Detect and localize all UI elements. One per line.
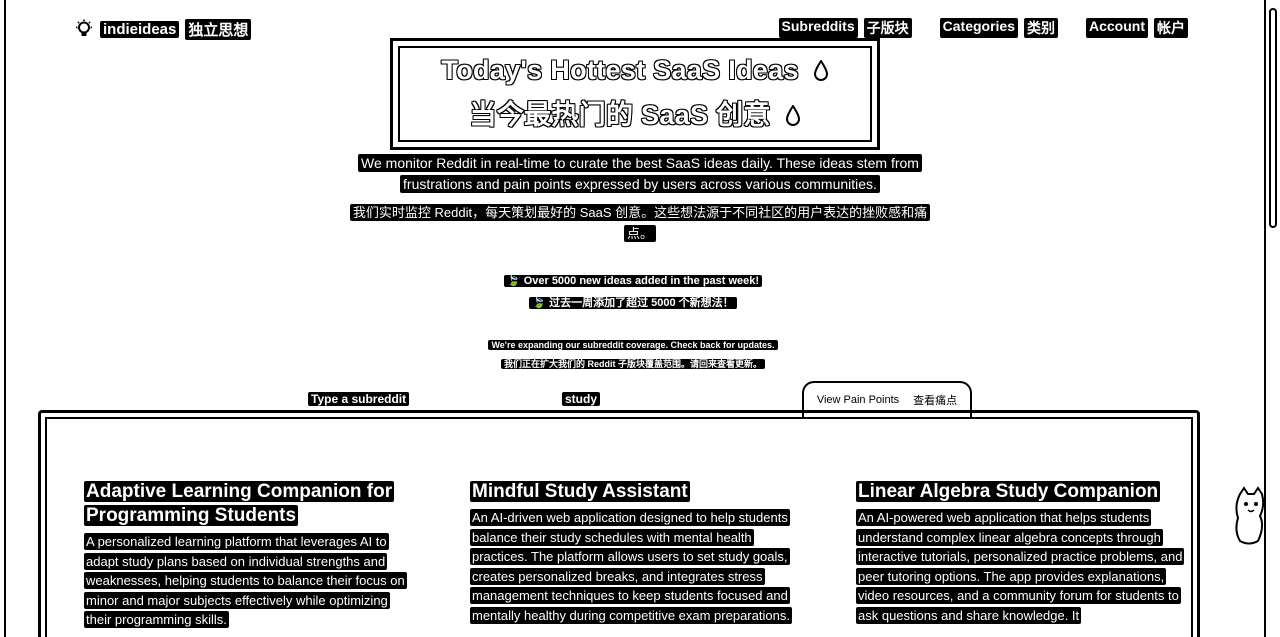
idea-card-description-wrap: An AI-driven web application designed to… <box>470 508 800 625</box>
notice-zh: 我们正在扩大我们的 Reddit 子版块覆盖范围。请回来查看更新。 <box>500 359 765 369</box>
logo[interactable]: indieideas 独立思想 <box>74 18 252 40</box>
hero-description-zh: 我们实时监控 Reddit，每天策划最好的 SaaS 创意。这些想法源于不同社区… <box>349 204 931 242</box>
hero-title-en: Today's Hottest SaaS Ideas <box>441 55 799 85</box>
nav-account-label: Account <box>1086 18 1148 38</box>
logo-subtitle: 独立思想 <box>185 18 252 40</box>
hero-title-box: Today's Hottest SaaS Ideas 当今最热门的 SaaS 创… <box>390 38 880 150</box>
logo-text: indieideas <box>100 20 180 38</box>
idea-card-description-wrap: A personalized learning platform that le… <box>84 532 414 630</box>
nav-subreddits[interactable]: Subreddits 子版块 <box>778 18 912 38</box>
idea-card-title: Mindful Study Assistant <box>470 481 690 502</box>
hero-description-zh-wrap: 我们实时监控 Reddit，每天策划最好的 SaaS 创意。这些想法源于不同社区… <box>340 202 940 244</box>
stat-zh-row: 🍃 过去一周添加了超过 5000 个新想法！ <box>0 294 1266 310</box>
stat-zh: 过去一周添加了超过 5000 个新想法！ <box>549 297 734 309</box>
hero-title-zh: 当今最热门的 SaaS 创意 <box>469 100 771 130</box>
stat-en-pill: 🍃 Over 5000 new ideas added in the past … <box>503 275 763 287</box>
view-pain-points-label: View Pain Points <box>816 394 900 406</box>
leaf-icon: 🍃 <box>532 297 547 309</box>
idea-card[interactable]: Linear Algebra Study Companion An AI-pow… <box>856 480 1186 625</box>
idea-card[interactable]: Adaptive Learning Companion for Programm… <box>84 480 414 630</box>
scrollbar[interactable] <box>1266 0 1280 637</box>
idea-card-title-wrap: Adaptive Learning Companion for Programm… <box>84 480 414 528</box>
nav-categories-label-zh: 类别 <box>1024 18 1058 38</box>
scrollbar-thumb[interactable] <box>1269 8 1277 228</box>
idea-card-description: A personalized learning platform that le… <box>84 533 407 628</box>
stat-zh-pill: 🍃 过去一周添加了超过 5000 个新想法！ <box>529 297 737 309</box>
notice-en: We're expanding our subreddit coverage. … <box>488 340 778 350</box>
hero-description-en-wrap: We monitor Reddit in real-time to curate… <box>340 153 940 195</box>
leaf-icon: 🍃 <box>506 275 521 287</box>
nav-subreddits-label-zh: 子版块 <box>863 18 912 38</box>
drop-icon <box>785 105 800 126</box>
main-nav: Subreddits 子版块 Categories 类别 Account 帐户 <box>778 18 1188 38</box>
subreddit-search-placeholder: Type a subreddit <box>308 392 410 406</box>
subreddit-value[interactable]: study <box>562 392 601 406</box>
idea-card-description: An AI-driven web application designed to… <box>470 509 792 624</box>
hero-description-en: We monitor Reddit in real-time to curate… <box>358 154 922 193</box>
hero-title-zh-row: 当今最热门的 SaaS 创意 <box>393 93 877 132</box>
notice-en-row: We're expanding our subreddit coverage. … <box>0 340 1266 350</box>
nav-categories-label: Categories <box>939 18 1018 38</box>
cat-mascot-icon[interactable] <box>1232 486 1266 546</box>
view-pain-points-label-zh: 查看痛点 <box>913 395 958 407</box>
hero-title-en-row: Today's Hottest SaaS Ideas <box>393 55 877 86</box>
subreddit-search-input[interactable]: Type a subreddit <box>308 392 410 406</box>
idea-card-description-wrap: An AI-powered web application that helps… <box>856 508 1186 625</box>
subreddit-value-text: study <box>562 392 601 406</box>
idea-card-title: Adaptive Learning Companion for Programm… <box>84 481 395 526</box>
lightbulb-icon <box>76 19 92 36</box>
nav-account[interactable]: Account 帐户 <box>1086 18 1188 38</box>
idea-card-title-wrap: Mindful Study Assistant <box>470 480 800 504</box>
nav-account-label-zh: 帐户 <box>1154 18 1188 38</box>
nav-categories[interactable]: Categories 类别 <box>939 18 1058 38</box>
idea-card[interactable]: Mindful Study Assistant An AI-driven web… <box>470 480 800 625</box>
idea-card-description: An AI-powered web application that helps… <box>856 509 1185 624</box>
idea-card-title: Linear Algebra Study Companion <box>856 481 1161 502</box>
notice-zh-row: 我们正在扩大我们的 Reddit 子版块覆盖范围。请回来查看更新。 <box>0 357 1266 370</box>
nav-subreddits-label: Subreddits <box>778 18 858 38</box>
drop-icon <box>813 60 828 81</box>
idea-card-title-wrap: Linear Algebra Study Companion <box>856 480 1186 504</box>
stat-en: Over 5000 new ideas added in the past we… <box>523 275 760 287</box>
page: indieideas 独立思想 Subreddits 子版块 Categorie… <box>0 0 1280 637</box>
stat-en-row: 🍃 Over 5000 new ideas added in the past … <box>0 274 1266 287</box>
